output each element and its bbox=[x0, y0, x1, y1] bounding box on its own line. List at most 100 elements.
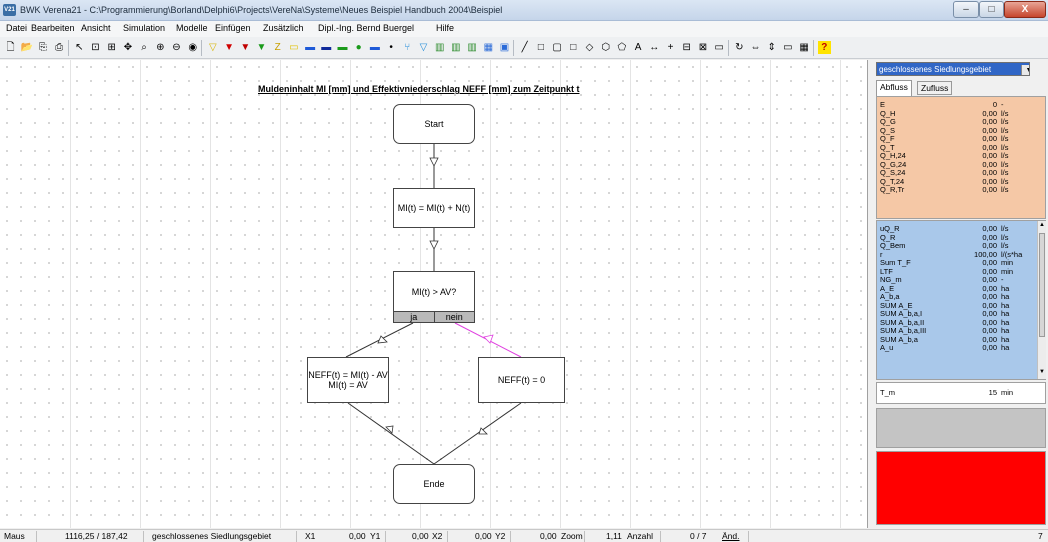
print-icon[interactable]: ⎙ bbox=[53, 41, 66, 54]
split-h-icon[interactable]: ⊟ bbox=[680, 41, 693, 54]
menu-ansicht[interactable]: Ansicht bbox=[81, 23, 111, 33]
hexagon-icon[interactable]: ⬡ bbox=[599, 41, 612, 54]
menu-datei[interactable]: Datei bbox=[6, 23, 27, 33]
param-value: 0,00 bbox=[982, 185, 997, 194]
table-row[interactable]: T_m 15 min bbox=[877, 388, 1045, 398]
flow-node-end[interactable]: Ende bbox=[393, 464, 475, 504]
plus-icon[interactable]: + bbox=[664, 41, 677, 54]
copy-icon[interactable]: ⎘ bbox=[36, 41, 49, 54]
bar-blue-icon[interactable]: ▬ bbox=[368, 41, 381, 54]
fork-icon[interactable]: ⑂ bbox=[401, 41, 414, 54]
zoom-select-icon[interactable]: ⊡ bbox=[89, 41, 102, 54]
minimize-button[interactable]: – bbox=[953, 1, 979, 18]
table-row[interactable]: Q_R,Tr 0,00 l/s bbox=[877, 185, 1047, 195]
split-v-icon[interactable]: ⊠ bbox=[696, 41, 709, 54]
zigzag-icon[interactable]: Z bbox=[271, 41, 284, 54]
zoom-in-icon[interactable]: ⊕ bbox=[154, 41, 167, 54]
toolbar-separator bbox=[812, 40, 814, 56]
connector-right-end bbox=[433, 402, 522, 465]
flow-node-assign[interactable]: MI(t) = MI(t) + N(t) bbox=[393, 188, 475, 228]
dot-icon[interactable]: • bbox=[385, 41, 398, 54]
flip-h-icon[interactable]: ⇔ bbox=[749, 41, 762, 54]
menu-bearbeiten[interactable]: Bearbeiten bbox=[31, 23, 75, 33]
menu-buergel[interactable]: Dipl.-Ing. Bernd Buergel bbox=[318, 23, 414, 33]
scroll-thumb[interactable] bbox=[1039, 233, 1045, 337]
table-row[interactable]: Q_F 0,00 l/s bbox=[877, 134, 1047, 144]
scroll-up-icon[interactable]: ▲ bbox=[1038, 222, 1046, 228]
table-row[interactable]: A_E 0,00 ha bbox=[877, 284, 1037, 294]
table-row[interactable]: uQ_R 0,00 l/s bbox=[877, 224, 1037, 234]
scroll-down-icon[interactable]: ▼ bbox=[1038, 369, 1046, 375]
flip-v-icon[interactable]: ⇕ bbox=[765, 41, 778, 54]
triangle-yellow-icon[interactable]: ▽ bbox=[206, 41, 219, 54]
area-type-select[interactable]: geschlossenes Siedlungsgebiet ▼ bbox=[876, 62, 1030, 76]
diamond-icon[interactable]: ◇ bbox=[583, 41, 596, 54]
close-button[interactable]: X bbox=[1004, 1, 1046, 18]
table-row[interactable]: E0- bbox=[877, 100, 1047, 110]
properties-panel: geschlossenes Siedlungsgebiet ▼ Abfluss … bbox=[870, 60, 1048, 528]
flow-node-neff-zero[interactable]: NEFF(t) = 0 bbox=[478, 357, 565, 403]
table-row[interactable]: A_u 0,00 ha bbox=[877, 343, 1037, 353]
menu-simulation[interactable]: Simulation bbox=[123, 23, 165, 33]
calculator-icon[interactable]: ▦ bbox=[798, 41, 811, 54]
triangle-red-icon[interactable]: ▼ bbox=[223, 41, 236, 54]
rect-darkblue-icon[interactable]: ▬ bbox=[320, 41, 333, 54]
flow-node-neff-overflow[interactable]: NEFF(t) = MI(t) - AV MI(t) = AV bbox=[307, 357, 389, 403]
rect-yellow-icon[interactable]: ▭ bbox=[287, 41, 300, 54]
rotate-icon[interactable]: ↻ bbox=[733, 41, 746, 54]
zoom-out-icon[interactable]: ⊖ bbox=[170, 41, 183, 54]
triangle-red2-icon[interactable]: ▼ bbox=[239, 41, 252, 54]
table-row[interactable]: Q_S 0,00 l/s bbox=[877, 126, 1047, 136]
filter-icon[interactable]: ▽ bbox=[417, 41, 430, 54]
zoom-all-icon[interactable]: ◉ bbox=[186, 41, 199, 54]
rect-blue-icon[interactable]: ▬ bbox=[304, 41, 317, 54]
rounded-rect-icon[interactable]: ▢ bbox=[551, 41, 564, 54]
area-values-scrollbar[interactable]: ▲ ▼ bbox=[1037, 221, 1046, 379]
pan-icon[interactable]: ✥ bbox=[121, 41, 134, 54]
diagram-canvas[interactable]: Muldeninhalt MI [mm] und Effektivnieders… bbox=[0, 60, 868, 528]
chart-green2-icon[interactable]: ▥ bbox=[449, 41, 462, 54]
zoom-tool-icon[interactable]: ⌕ bbox=[138, 41, 151, 54]
chart-green3-icon[interactable]: ▥ bbox=[466, 41, 479, 54]
pentagon-icon[interactable]: ⬠ bbox=[615, 41, 628, 54]
table-row[interactable]: NG_m 0,00- bbox=[877, 275, 1037, 285]
status-y2-value: 0,00 bbox=[540, 531, 557, 541]
help-icon[interactable]: ? bbox=[817, 41, 831, 54]
menu-modelle[interactable]: Modelle bbox=[176, 23, 208, 33]
rectangle-icon[interactable]: □ bbox=[534, 41, 547, 54]
double-arrow-icon[interactable]: ↔ bbox=[648, 41, 661, 54]
status-anzahl-value: 0 / 7 bbox=[690, 531, 707, 541]
tab-zufluss[interactable]: Zufluss bbox=[917, 81, 953, 95]
chart-green-icon[interactable]: ▥ bbox=[433, 41, 446, 54]
chevron-down-icon[interactable]: ▼ bbox=[1021, 65, 1029, 75]
square-icon[interactable]: □ bbox=[567, 41, 580, 54]
menu-zusaetzlich[interactable]: Zusätzlich bbox=[263, 23, 304, 33]
monitor-icon[interactable]: ▭ bbox=[781, 41, 794, 54]
text-icon[interactable]: A bbox=[632, 41, 645, 54]
zoom-window-icon[interactable]: ⊞ bbox=[105, 41, 118, 54]
menu-einfuegen[interactable]: Einfügen bbox=[215, 23, 251, 33]
table-icon[interactable]: ▦ bbox=[482, 41, 495, 54]
circle-green-icon[interactable]: ● bbox=[352, 41, 365, 54]
flow-node-start[interactable]: Start bbox=[393, 104, 475, 144]
save-icon[interactable]: ▣ bbox=[498, 41, 511, 54]
rect-green-icon[interactable]: ▬ bbox=[336, 41, 349, 54]
line-icon[interactable]: ╱ bbox=[518, 41, 531, 54]
menu-hilfe[interactable]: Hilfe bbox=[436, 23, 454, 33]
table-row[interactable]: Sum T_F 0,00 min bbox=[877, 258, 1037, 268]
status-x2-value: 0,00 bbox=[475, 531, 492, 541]
pointer-icon[interactable]: ↖ bbox=[73, 41, 86, 54]
open-folder-icon[interactable]: 📂 bbox=[20, 41, 33, 54]
table-row[interactable]: SUM A_b,a 0,00 ha bbox=[877, 335, 1037, 345]
triangle-green-icon[interactable]: ▼ bbox=[255, 41, 268, 54]
table-row[interactable]: Q_G 0,00 l/s bbox=[877, 117, 1047, 127]
neff-formula-line2: MI(t) = AV bbox=[328, 380, 368, 390]
window-icon[interactable]: ▭ bbox=[713, 41, 726, 54]
new-file-icon[interactable]: 🗋 bbox=[4, 41, 17, 54]
maximize-button[interactable]: □ bbox=[979, 1, 1004, 18]
tab-abfluss[interactable]: Abfluss bbox=[876, 80, 912, 96]
status-right-value: 7 bbox=[1038, 531, 1043, 541]
table-row[interactable]: Q_H 0,00 l/s bbox=[877, 109, 1047, 119]
flow-node-decision[interactable]: MI(t) > AV? ja nein bbox=[393, 271, 475, 323]
param-name: Q_Bem bbox=[880, 241, 906, 250]
